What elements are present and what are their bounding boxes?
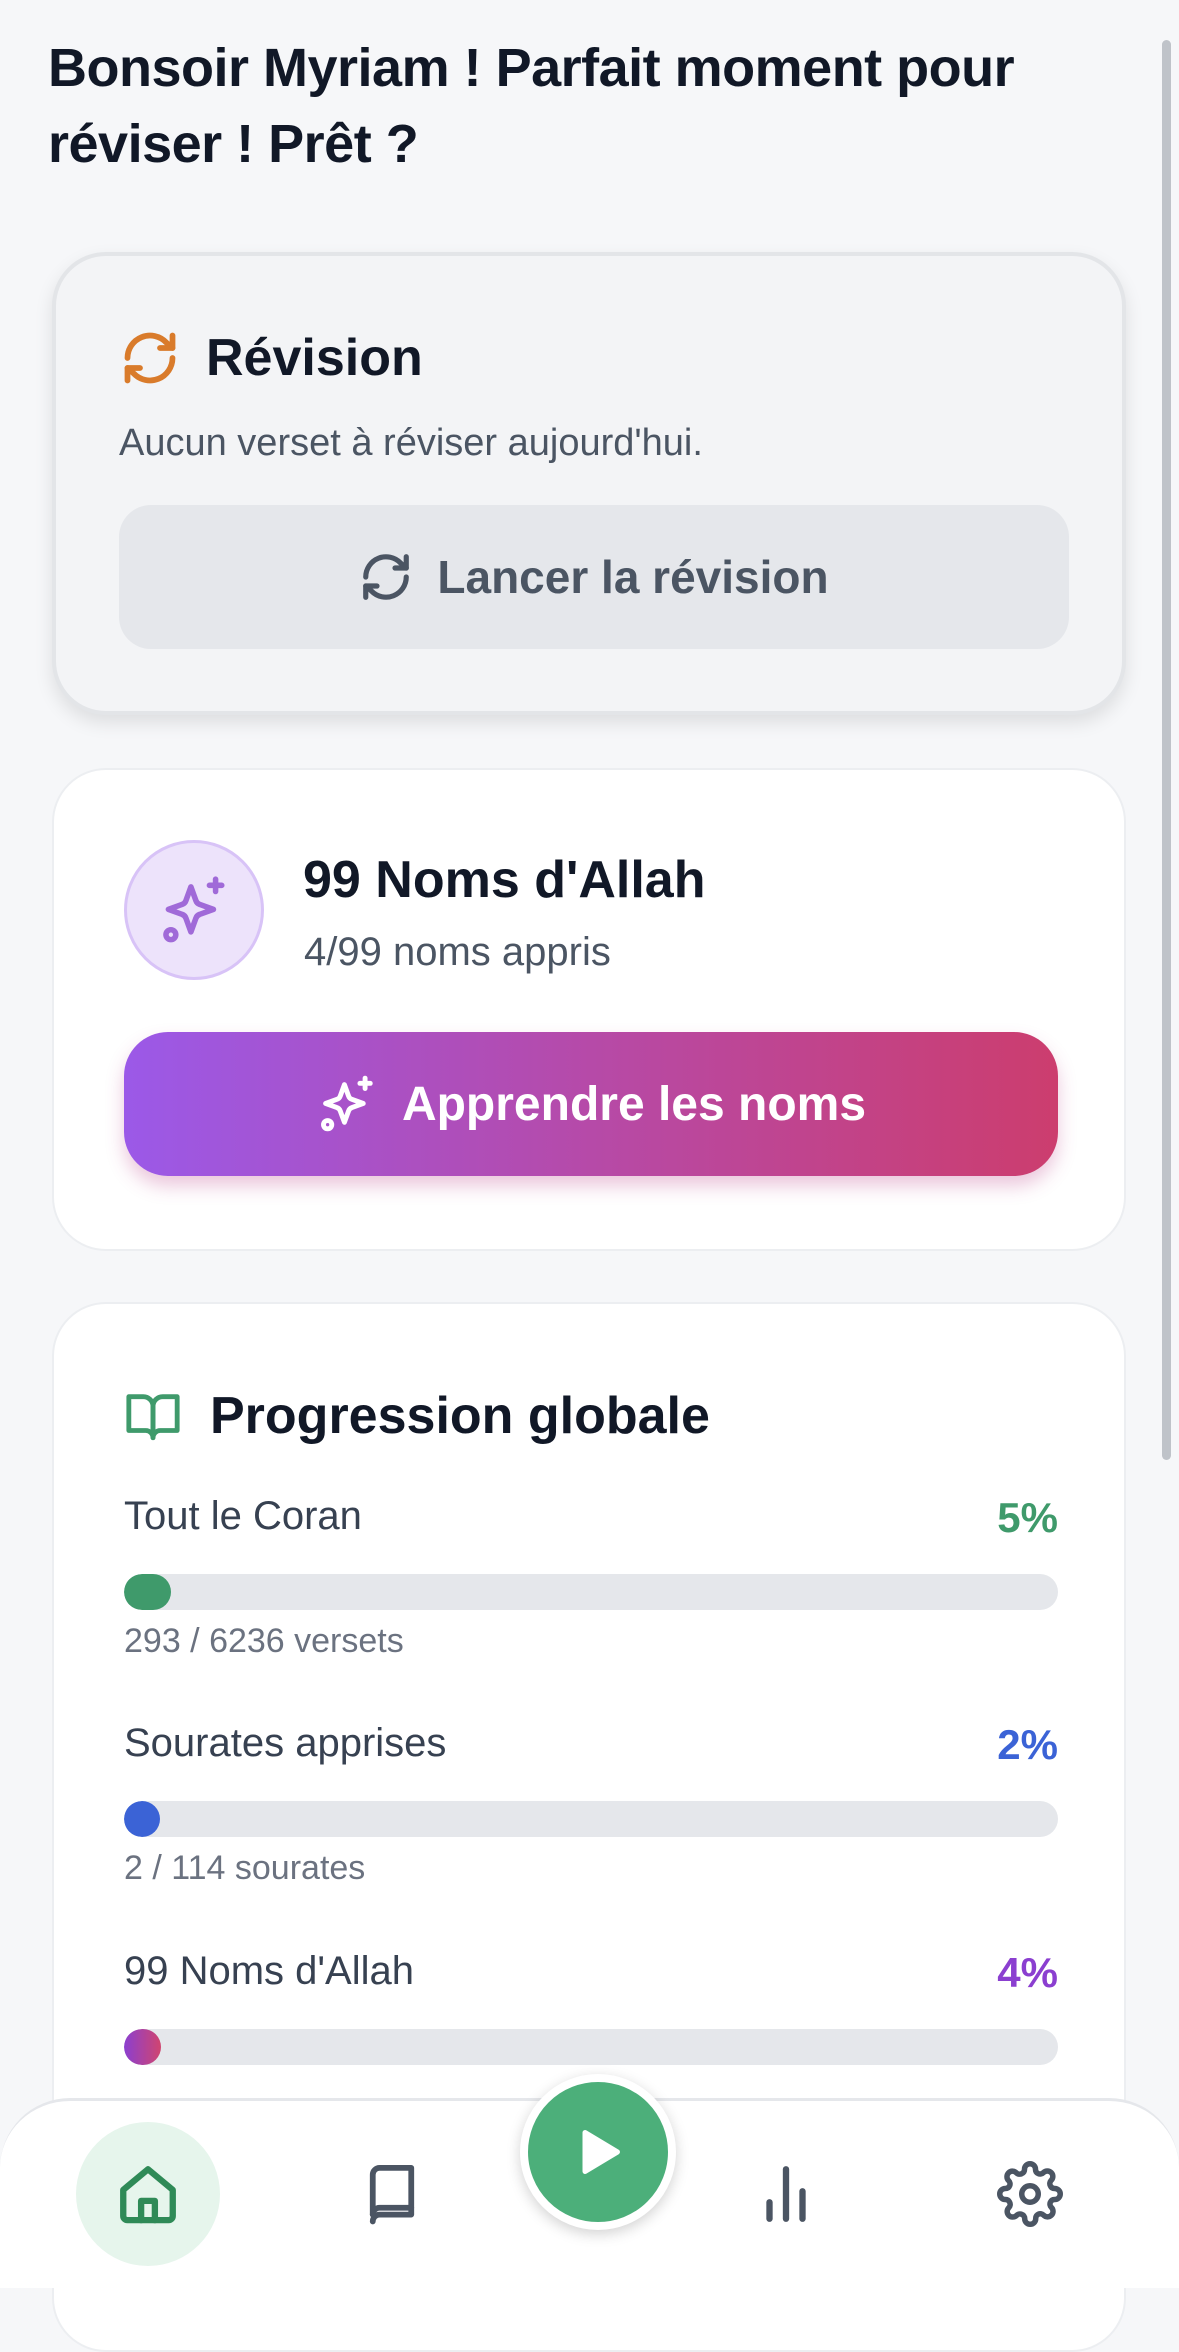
nav-stats[interactable]: [714, 2122, 858, 2266]
scrollbar[interactable]: [1162, 40, 1171, 1460]
names-card: 99 Noms d'Allah 4/99 noms appris Apprend…: [52, 768, 1126, 1251]
sparkles-icon: [163, 876, 225, 943]
bar-chart-icon: [766, 2166, 806, 2222]
progress-label: Tout le Coran: [124, 1494, 362, 1538]
refresh-icon: [120, 328, 180, 388]
progress-label: 99 Noms d'Allah: [124, 1949, 414, 1993]
start-revision-label: Lancer la révision: [437, 551, 829, 603]
progress-track: [124, 1574, 1058, 1610]
progress-fill: [124, 1574, 171, 1610]
revision-title: Révision: [206, 329, 423, 387]
progress-percent: 2%: [997, 1721, 1058, 1768]
learn-names-label: Apprendre les noms: [401, 1077, 867, 1131]
progress-detail: 293 / 6236 versets: [124, 1622, 404, 1660]
names-subtitle: 4/99 noms appris: [304, 930, 611, 974]
start-revision-button[interactable]: Lancer la révision: [119, 505, 1069, 649]
nav-home[interactable]: [76, 2122, 220, 2266]
sparkles-icon: [320, 1075, 373, 1132]
progress-fill: [124, 1801, 160, 1837]
progress-percent: 4%: [997, 1949, 1058, 1996]
revision-subtitle: Aucun verset à réviser aujourd'hui.: [119, 422, 703, 464]
nav-book[interactable]: [320, 2122, 464, 2266]
book-open-icon: [126, 1394, 180, 1441]
play-button[interactable]: [520, 2074, 676, 2230]
greeting-title: Bonsoir Myriam ! Parfait moment pour rév…: [48, 38, 1015, 174]
progress-label: Sourates apprises: [124, 1721, 447, 1765]
progress-detail: 2 / 114 sourates: [124, 1849, 366, 1887]
revision-card: Révision Aucun verset à réviser aujourd'…: [52, 252, 1126, 715]
learn-names-button[interactable]: Apprendre les noms: [124, 1032, 1058, 1176]
progress-percent: 5%: [997, 1494, 1058, 1541]
refresh-icon: [363, 554, 410, 600]
progress-track: [124, 2029, 1058, 2065]
names-title: 99 Noms d'Allah: [303, 851, 706, 909]
progress-fill: [124, 2029, 162, 2065]
progress-track: [124, 1801, 1058, 1837]
revision-header: Révision: [120, 328, 423, 388]
play-icon: [582, 2130, 620, 2174]
book-icon: [369, 2164, 415, 2225]
progress-title: Progression globale: [210, 1387, 710, 1445]
home-icon: [120, 2166, 176, 2224]
progress-header: Progression globale: [124, 1386, 710, 1446]
settings-icon: [997, 2161, 1063, 2227]
nav-settings[interactable]: [958, 2122, 1102, 2266]
names-avatar: [124, 840, 264, 980]
